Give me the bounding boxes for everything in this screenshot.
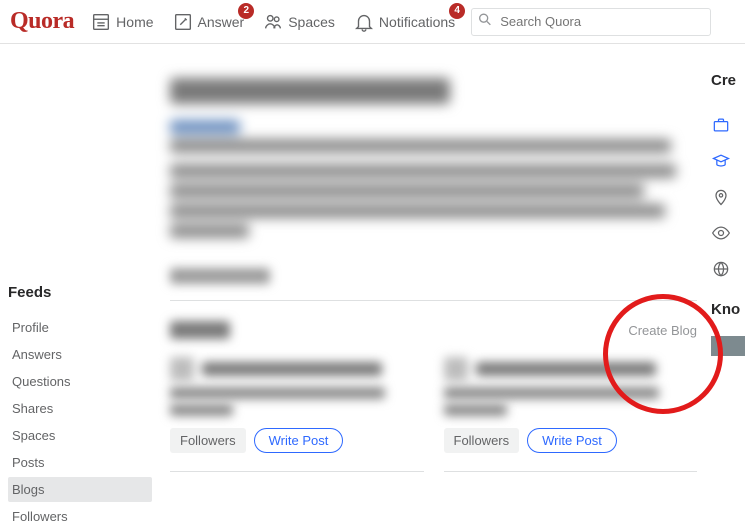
- profile-header: [170, 78, 697, 238]
- blog-card: Followers Write Post: [444, 357, 698, 472]
- knows-header: Kno: [707, 301, 745, 318]
- followers-button[interactable]: Followers: [444, 428, 520, 453]
- sidebar-item-answers[interactable]: Answers: [8, 342, 152, 367]
- blog-desc-line: [170, 404, 233, 416]
- nav-answer-label: Answer: [198, 14, 245, 30]
- blog-title: [202, 362, 382, 376]
- sidebar-item-posts[interactable]: Posts: [8, 450, 152, 475]
- followers-button[interactable]: Followers: [170, 428, 246, 453]
- sidebar-item-questions[interactable]: Questions: [8, 369, 152, 394]
- people-icon: [262, 11, 284, 33]
- work-icon: [707, 107, 745, 143]
- education-icon: [707, 143, 745, 179]
- followers-count: [170, 268, 270, 284]
- nav-spaces[interactable]: Spaces: [260, 7, 337, 37]
- write-post-button[interactable]: Write Post: [527, 428, 617, 453]
- home-icon: [90, 11, 112, 33]
- nav-notifications-label: Notifications: [379, 14, 455, 30]
- profile-name: [170, 78, 450, 104]
- right-rail: Cre Kno: [707, 44, 745, 511]
- bell-icon: [353, 11, 375, 33]
- sidebar-item-shares[interactable]: Shares: [8, 396, 152, 421]
- sidebar-item-followers[interactable]: Followers: [8, 504, 152, 529]
- blog-desc-line: [170, 387, 385, 399]
- blog-title: [476, 362, 656, 376]
- top-nav: Quora Home Answer 2 Spaces Notifications…: [0, 0, 745, 44]
- create-blog-link[interactable]: Create Blog: [628, 323, 697, 338]
- nav-home[interactable]: Home: [88, 7, 155, 37]
- views-icon: [707, 215, 745, 251]
- search-input[interactable]: [471, 8, 711, 36]
- profile-bio: [170, 120, 697, 238]
- nav-notifications[interactable]: Notifications 4: [351, 7, 457, 37]
- sidebar-item-blogs[interactable]: Blogs: [8, 477, 152, 502]
- blog-desc-line: [444, 404, 507, 416]
- search-icon: [477, 11, 493, 32]
- globe-icon: [707, 251, 745, 287]
- blog-avatar: [170, 357, 194, 381]
- nav-spaces-label: Spaces: [288, 14, 335, 30]
- notifications-badge: 4: [449, 3, 465, 19]
- credentials-header: Cre: [707, 72, 745, 89]
- blogs-section-header: Create Blog: [170, 321, 697, 345]
- feeds-header: Feeds: [8, 284, 152, 301]
- search-container: [471, 8, 711, 36]
- nav-answer[interactable]: Answer 2: [170, 7, 247, 37]
- main-content: Create Blog Followers Write Post: [160, 44, 707, 511]
- location-icon: [707, 179, 745, 215]
- feeds-sidebar: Feeds Profile Answers Questions Shares S…: [0, 44, 160, 511]
- pencil-box-icon: [172, 11, 194, 33]
- blog-cards: Followers Write Post Followers Write Pos…: [170, 357, 697, 472]
- quora-logo[interactable]: Quora: [10, 8, 74, 35]
- blog-avatar: [444, 357, 468, 381]
- nav-home-label: Home: [116, 14, 153, 30]
- blog-desc-line: [444, 387, 659, 399]
- blog-card: Followers Write Post: [170, 357, 424, 472]
- sidebar-item-spaces[interactable]: Spaces: [8, 423, 152, 448]
- topic-thumbnail: [711, 336, 745, 356]
- section-title: [170, 321, 230, 339]
- sidebar-item-profile[interactable]: Profile: [8, 315, 152, 340]
- write-post-button[interactable]: Write Post: [254, 428, 344, 453]
- answer-badge: 2: [238, 3, 254, 19]
